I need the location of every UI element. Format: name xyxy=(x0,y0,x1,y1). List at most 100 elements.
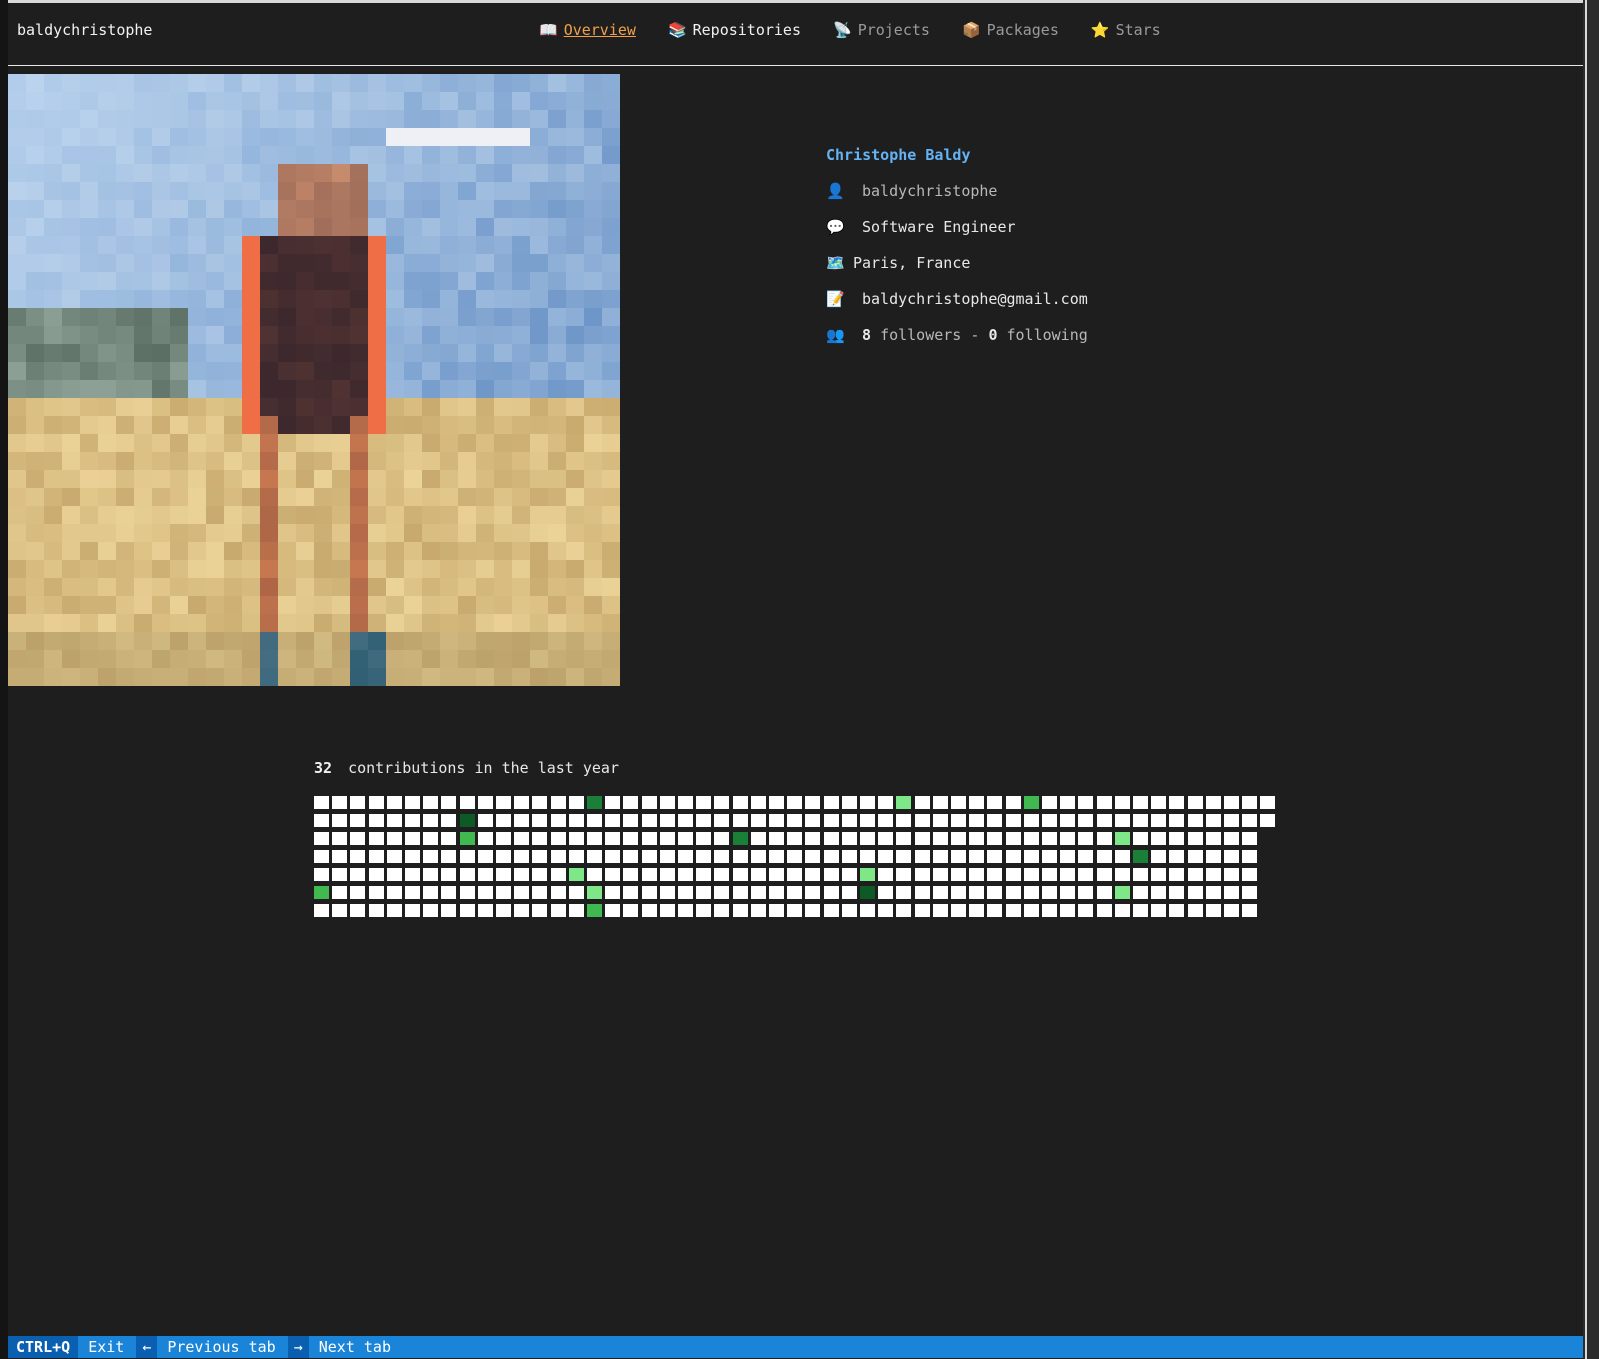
contribution-day xyxy=(405,886,420,899)
contribution-day xyxy=(1133,832,1148,845)
contribution-day xyxy=(460,868,475,881)
contribution-day xyxy=(1078,850,1093,863)
contribution-day xyxy=(569,868,584,881)
profile-name: Christophe Baldy xyxy=(826,146,971,164)
contribution-day xyxy=(915,850,930,863)
contribution-day xyxy=(623,886,638,899)
tab-packages[interactable]: 📦 Packages xyxy=(962,21,1059,39)
contribution-day xyxy=(1188,868,1203,881)
contribution-day xyxy=(1206,832,1221,845)
contribution-day xyxy=(933,814,948,827)
contribution-day xyxy=(805,832,820,845)
tab-repositories[interactable]: 📚 Repositories xyxy=(668,21,801,39)
contributions-header: 32 contributions in the last year xyxy=(314,759,619,777)
contribution-day xyxy=(1169,904,1184,917)
previous-tab-label[interactable]: Previous tab xyxy=(157,1336,287,1358)
arrow-left-icon: ← xyxy=(136,1336,158,1358)
contribution-day xyxy=(569,904,584,917)
contribution-day xyxy=(587,814,602,827)
contribution-day xyxy=(1115,904,1130,917)
contribution-day xyxy=(314,904,329,917)
contribution-day xyxy=(314,850,329,863)
contribution-day xyxy=(1024,904,1039,917)
contribution-day xyxy=(569,814,584,827)
contribution-day xyxy=(751,904,766,917)
contribution-day xyxy=(405,814,420,827)
contribution-day xyxy=(423,904,438,917)
contribution-day xyxy=(1133,814,1148,827)
contribution-day xyxy=(332,886,347,899)
contribution-day xyxy=(915,814,930,827)
contribution-day xyxy=(1060,832,1075,845)
tab-overview[interactable]: 📖 Overview xyxy=(539,21,636,39)
contribution-day xyxy=(769,832,784,845)
contribution-day xyxy=(987,904,1002,917)
contribution-day xyxy=(587,832,602,845)
user-icon: 👤 xyxy=(826,182,845,200)
contribution-day xyxy=(1006,832,1021,845)
contribution-day xyxy=(441,832,456,845)
tab-label: Projects xyxy=(857,21,930,39)
contribution-day xyxy=(642,850,657,863)
contribution-day xyxy=(532,814,547,827)
contribution-day xyxy=(642,832,657,845)
contribution-day xyxy=(1151,886,1166,899)
contribution-day xyxy=(1024,832,1039,845)
next-tab-label[interactable]: Next tab xyxy=(309,1336,403,1358)
contribution-day xyxy=(951,850,966,863)
tab-projects[interactable]: 📡 Projects xyxy=(833,21,930,39)
contribution-day xyxy=(1151,868,1166,881)
contribution-day xyxy=(1224,850,1239,863)
contribution-day xyxy=(1060,868,1075,881)
contribution-day xyxy=(1224,796,1239,809)
contribution-day xyxy=(532,796,547,809)
exit-shortcut-label[interactable]: Exit xyxy=(78,1336,136,1358)
contribution-day xyxy=(1042,796,1057,809)
contribution-day xyxy=(405,832,420,845)
contribution-day xyxy=(860,814,875,827)
contribution-day xyxy=(405,904,420,917)
contribution-day xyxy=(933,832,948,845)
contribution-day xyxy=(496,814,511,827)
contribution-day xyxy=(460,832,475,845)
contribution-day xyxy=(733,868,748,881)
contribution-day xyxy=(1006,796,1021,809)
contribution-day xyxy=(769,868,784,881)
contribution-day xyxy=(1224,832,1239,845)
tab-label: Packages xyxy=(986,21,1059,39)
scrollbar-thumb[interactable] xyxy=(1585,0,1587,1359)
contribution-day xyxy=(1224,886,1239,899)
tab-label: Overview xyxy=(563,21,636,39)
contribution-day xyxy=(1224,904,1239,917)
contribution-day xyxy=(514,904,529,917)
contribution-day xyxy=(423,832,438,845)
contribution-day xyxy=(332,814,347,827)
contribution-day xyxy=(1206,868,1221,881)
contribution-day xyxy=(478,868,493,881)
contribution-day xyxy=(369,904,384,917)
contribution-day xyxy=(915,868,930,881)
contribution-day xyxy=(896,814,911,827)
contribution-day xyxy=(605,814,620,827)
contribution-day xyxy=(387,868,402,881)
contribution-day xyxy=(496,796,511,809)
contribution-day xyxy=(478,796,493,809)
contribution-day xyxy=(1169,850,1184,863)
contribution-day xyxy=(1151,814,1166,827)
contribution-day xyxy=(842,796,857,809)
contribution-day xyxy=(496,850,511,863)
contribution-day xyxy=(1260,814,1275,827)
contribution-day xyxy=(1206,814,1221,827)
contribution-day xyxy=(441,850,456,863)
contribution-day xyxy=(678,796,693,809)
header-bar: baldychristophe 📖 Overview 📚 Repositories 📡 P… xyxy=(8,3,1583,66)
contribution-day xyxy=(860,850,875,863)
contribution-day xyxy=(1042,868,1057,881)
contribution-day xyxy=(824,886,839,899)
tab-stars[interactable]: ⭐ Stars xyxy=(1091,21,1161,39)
contribution-day xyxy=(332,850,347,863)
contribution-day xyxy=(805,904,820,917)
contribution-day xyxy=(1097,796,1112,809)
contribution-day xyxy=(551,832,566,845)
contribution-day xyxy=(1151,832,1166,845)
